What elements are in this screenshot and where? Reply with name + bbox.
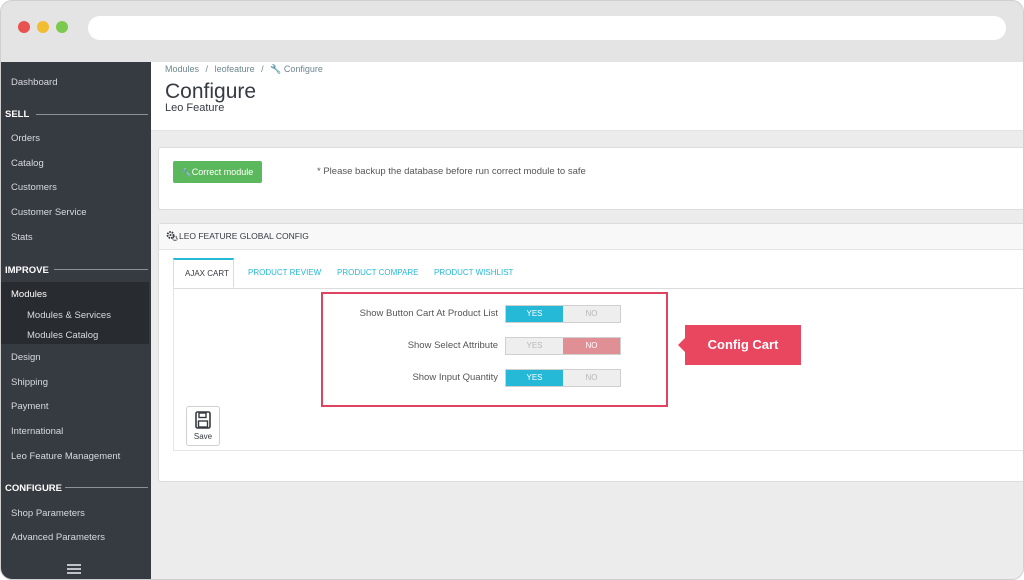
callout-pointer — [678, 338, 685, 352]
page-header: Modules / leofeature / 🔧 Configure Confi… — [151, 62, 1023, 131]
sidebar-item-advanced-parameters[interactable]: Advanced Parameters — [11, 532, 105, 543]
sidebar-item-modules[interactable]: Modules — [11, 289, 47, 300]
sidebar-item-catalog[interactable]: Catalog — [11, 158, 44, 169]
wrench-icon: 🔧 — [270, 64, 282, 74]
breadcrumb-leofeature[interactable]: leofeature — [215, 64, 255, 74]
sidebar-item-customers[interactable]: Customers — [11, 182, 57, 193]
floppy-disk-icon — [195, 411, 211, 429]
tab-product-compare[interactable]: PRODUCT COMPARE — [337, 268, 419, 277]
sidebar-item-stats[interactable]: Stats — [11, 232, 33, 243]
breadcrumb-configure: Configure — [283, 64, 323, 74]
sidebar-item-leo-feature[interactable]: Leo Feature Management — [11, 451, 120, 462]
correct-module-button[interactable]: 🔧Correct module — [173, 161, 262, 183]
maximize-window-icon[interactable] — [56, 21, 68, 33]
sidebar-subitem-modules-catalog[interactable]: Modules Catalog — [27, 330, 98, 341]
wrench-icon: 🔧 — [181, 168, 192, 177]
tab-product-review[interactable]: PRODUCT REVIEW — [248, 268, 321, 277]
breadcrumb: Modules / leofeature / 🔧 Configure — [165, 64, 323, 75]
divider — [65, 487, 148, 488]
sidebar-item-dashboard[interactable]: Dashboard — [11, 77, 57, 88]
highlight-box — [321, 292, 668, 407]
save-label: Save — [193, 432, 213, 441]
sidebar-subitem-modules-services[interactable]: Modules & Services — [27, 310, 111, 321]
backup-notice: * Please backup the database before run … — [317, 166, 586, 177]
sidebar-item-customer-service[interactable]: Customer Service — [11, 207, 87, 218]
sidebar: Dashboard SELL Orders Catalog Customers … — [1, 62, 151, 579]
address-bar[interactable] — [88, 16, 1006, 40]
sidebar-section-sell: SELL — [5, 109, 30, 120]
config-cart-callout: Config Cart — [685, 325, 801, 365]
browser-window: Dashboard SELL Orders Catalog Customers … — [0, 0, 1024, 580]
divider — [36, 114, 148, 115]
sidebar-item-international[interactable]: International — [11, 426, 63, 437]
menu-icon[interactable] — [67, 564, 81, 566]
browser-chrome — [1, 1, 1023, 62]
breadcrumb-separator: / — [261, 64, 264, 74]
sidebar-section-improve: IMPROVE — [5, 265, 49, 276]
panel-title: LEO FEATURE GLOBAL CONFIG — [179, 231, 309, 241]
sidebar-item-payment[interactable]: Payment — [11, 401, 49, 412]
config-tabs: AJAX CART PRODUCT REVIEW PRODUCT COMPARE… — [173, 258, 1023, 289]
save-button[interactable]: Save — [186, 406, 220, 446]
page-title: Configure — [165, 80, 257, 103]
sidebar-item-orders[interactable]: Orders — [11, 133, 40, 144]
sidebar-item-shop-parameters[interactable]: Shop Parameters — [11, 508, 85, 519]
sidebar-section-configure: CONFIGURE — [5, 483, 62, 494]
page-subtitle: Leo Feature — [165, 102, 225, 114]
correct-module-label: Correct module — [191, 167, 254, 177]
panel-heading: LEO FEATURE GLOBAL CONFIG — [159, 224, 1023, 250]
divider — [54, 269, 148, 270]
gears-icon — [166, 231, 178, 242]
sidebar-item-design[interactable]: Design — [11, 352, 41, 363]
tab-product-wishlist[interactable]: PRODUCT WISHLIST — [434, 268, 513, 277]
minimize-window-icon[interactable] — [37, 21, 49, 33]
tab-label: AJAX CART — [185, 269, 229, 278]
correct-module-panel: 🔧Correct module * Please backup the data… — [158, 147, 1023, 210]
close-window-icon[interactable] — [18, 21, 30, 33]
breadcrumb-modules[interactable]: Modules — [165, 64, 199, 74]
tab-ajax-cart[interactable]: AJAX CART — [173, 258, 234, 288]
breadcrumb-separator: / — [205, 64, 209, 74]
sidebar-item-shipping[interactable]: Shipping — [11, 377, 48, 388]
